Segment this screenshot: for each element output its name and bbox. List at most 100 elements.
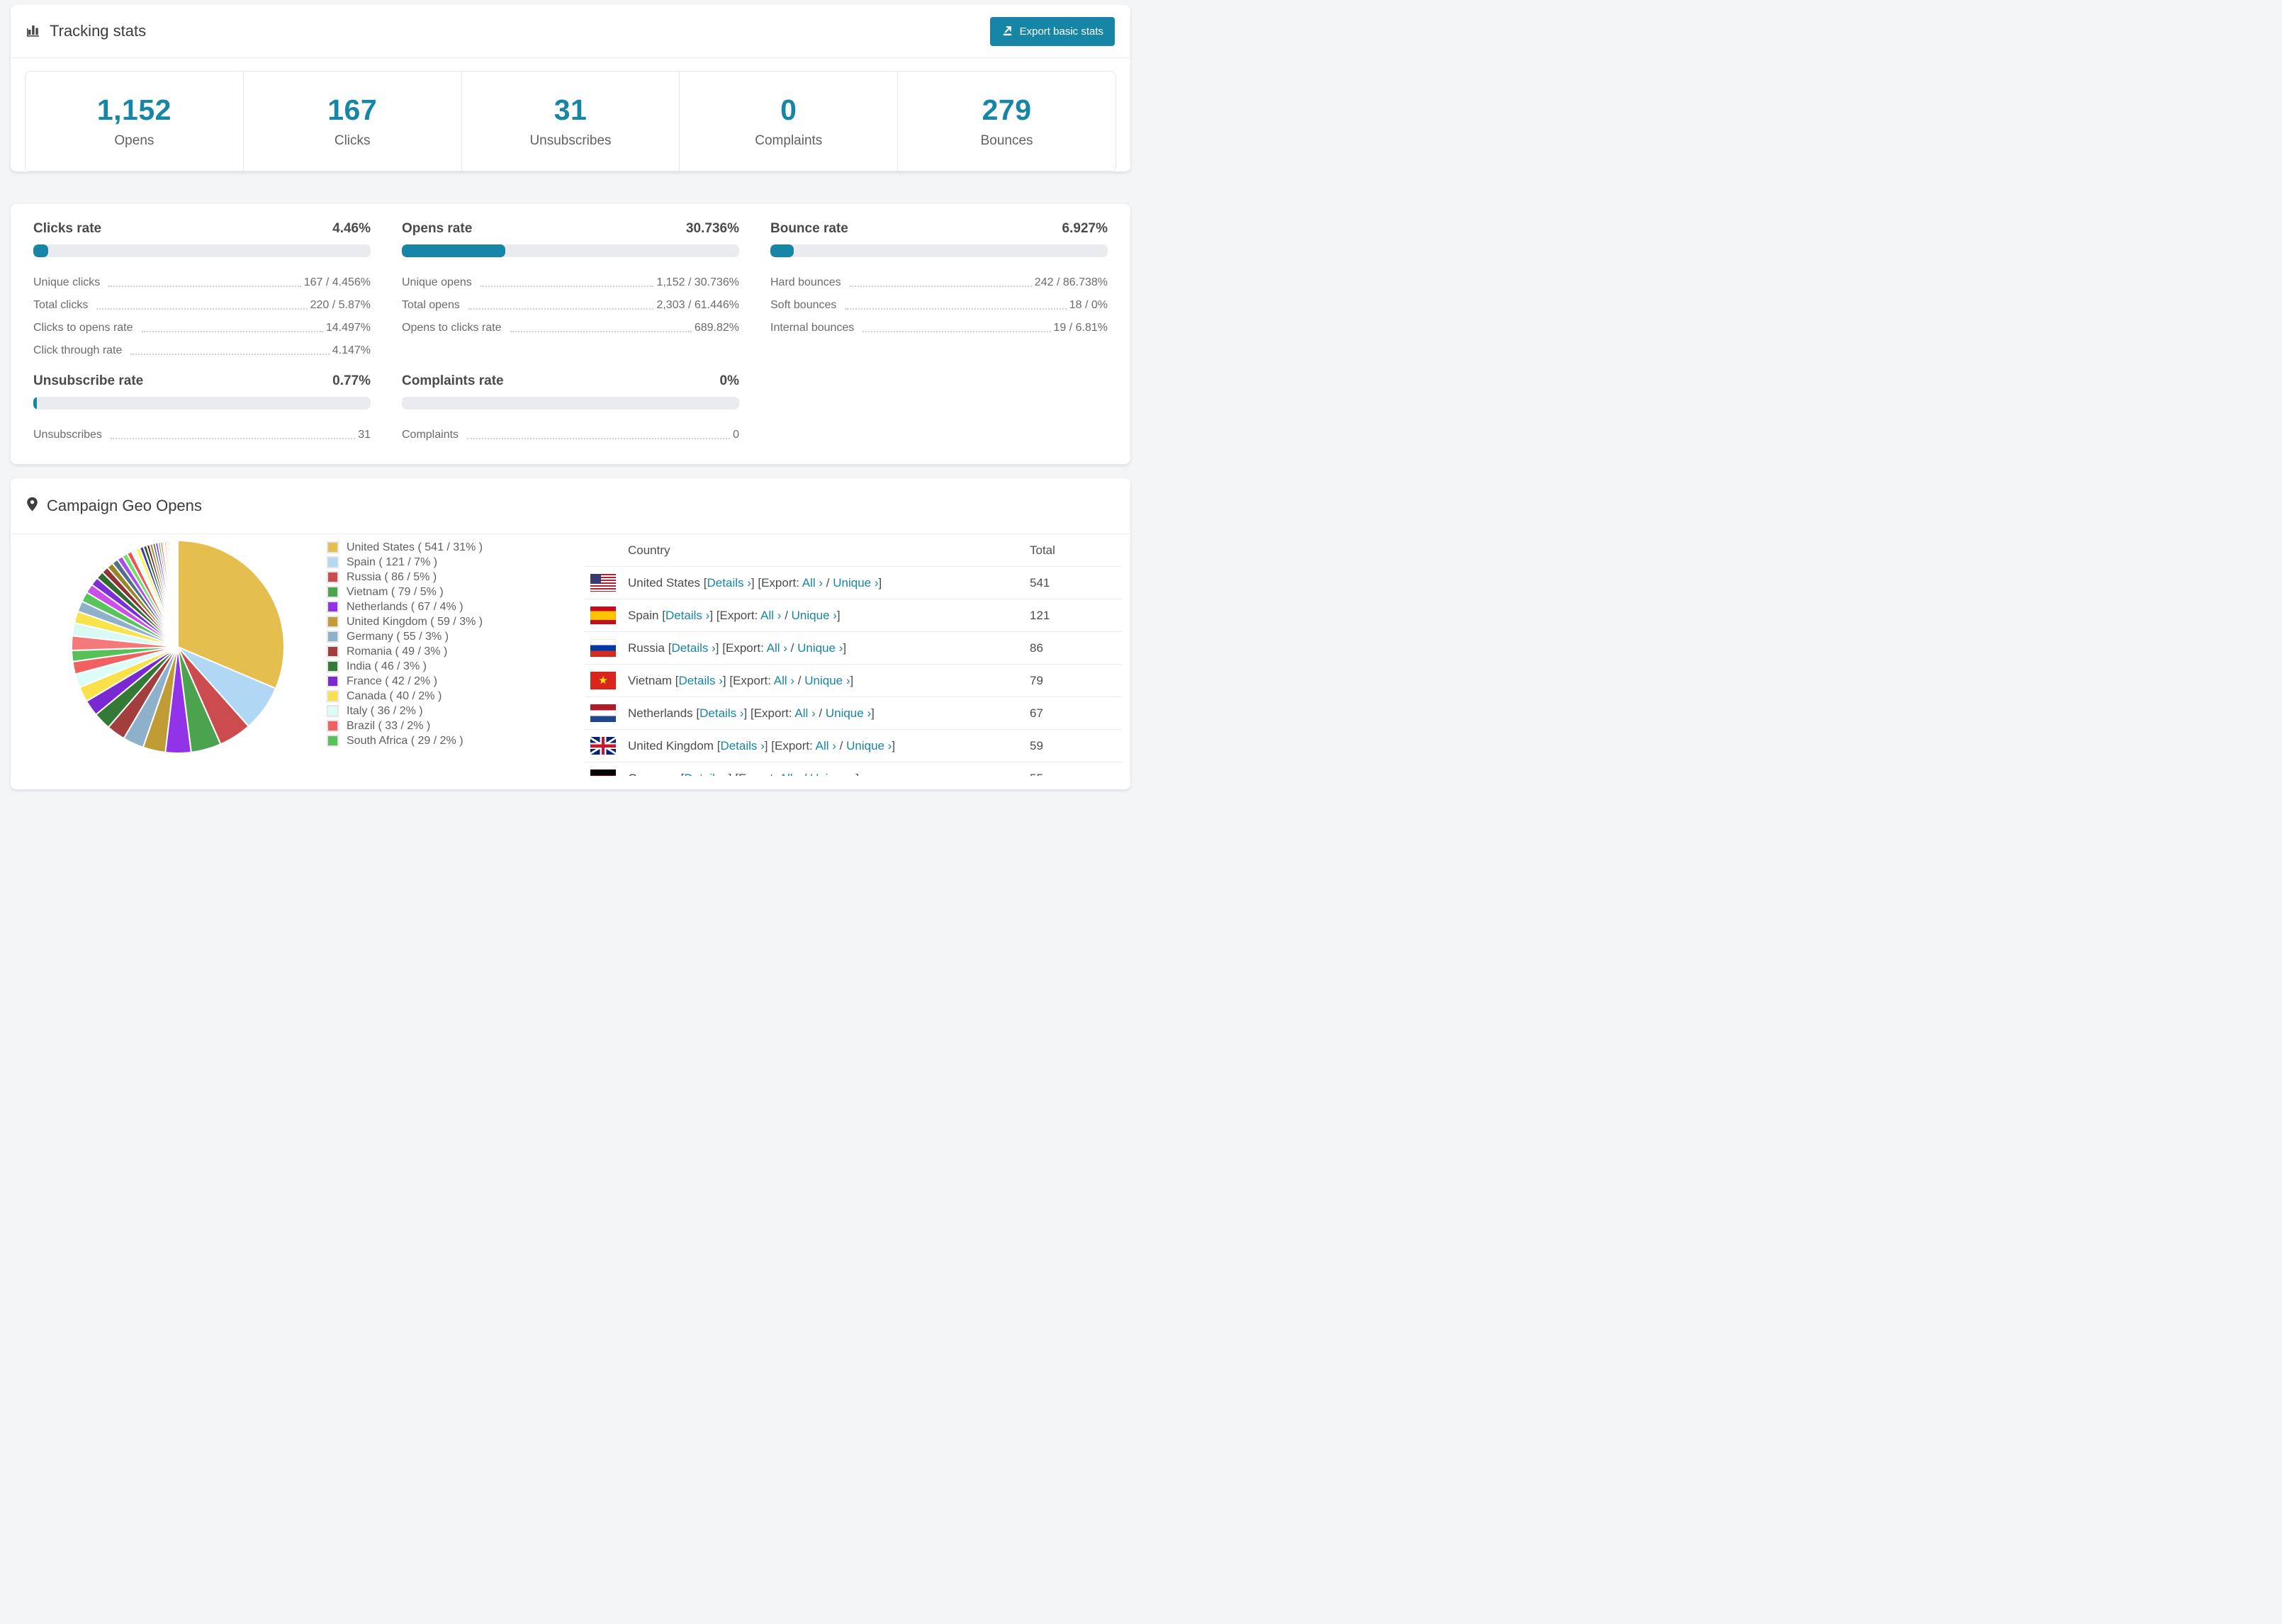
legend-swatch-icon bbox=[327, 616, 339, 628]
stat-detail-row: Click through rate 4.147% bbox=[33, 335, 371, 358]
export-unique-link[interactable]: Unique › bbox=[797, 641, 843, 655]
stat-label: Opens bbox=[114, 133, 154, 148]
country-name: Germany bbox=[628, 772, 678, 777]
legend-item[interactable]: Romania ( 49 / 3% ) bbox=[327, 644, 497, 659]
export-all-link[interactable]: All › bbox=[802, 576, 823, 590]
details-link[interactable]: Details › bbox=[679, 674, 723, 687]
legend-item[interactable]: Canada ( 40 / 2% ) bbox=[327, 689, 497, 704]
stat-value: 0 bbox=[780, 94, 797, 126]
details-link[interactable]: Details › bbox=[684, 772, 728, 777]
dotted-leader bbox=[108, 276, 301, 287]
export-unique-link[interactable]: Unique › bbox=[792, 609, 837, 622]
country-total: 59 bbox=[1030, 738, 1043, 752]
detail-value: 0 bbox=[733, 429, 739, 441]
detail-label: Complaints bbox=[402, 429, 459, 441]
legend-label: Italy ( 36 / 2% ) bbox=[347, 704, 423, 717]
detail-value: 2,303 / 61.446% bbox=[656, 299, 739, 311]
legend-item[interactable]: United Kingdom ( 59 / 3% ) bbox=[327, 614, 497, 629]
legend-item[interactable]: Germany ( 55 / 3% ) bbox=[327, 629, 497, 644]
dotted-leader bbox=[510, 322, 692, 332]
details-link[interactable]: Details › bbox=[707, 576, 751, 590]
legend-label: Germany ( 55 / 3% ) bbox=[347, 630, 449, 643]
legend-item[interactable]: India ( 46 / 3% ) bbox=[327, 659, 497, 674]
legend-swatch-icon bbox=[327, 631, 339, 643]
rate-value: 30.736% bbox=[685, 221, 739, 236]
country-total: 67 bbox=[1030, 706, 1043, 720]
rate-value: 4.46% bbox=[332, 221, 371, 236]
details-link[interactable]: Details › bbox=[671, 641, 715, 655]
stat-detail-row: Unique clicks 167 / 4.456% bbox=[33, 267, 371, 290]
export-unique-link[interactable]: Unique › bbox=[833, 576, 878, 590]
progress-bar bbox=[402, 244, 739, 257]
legend-label: Romania ( 49 / 3% ) bbox=[347, 645, 448, 658]
geo-opens-pie-chart[interactable] bbox=[68, 537, 288, 757]
export-button-label: Export basic stats bbox=[1019, 25, 1103, 38]
legend-item[interactable]: South Africa ( 29 / 2% ) bbox=[327, 733, 497, 748]
legend-item[interactable]: Spain ( 121 / 7% ) bbox=[327, 555, 497, 570]
country-column-header: Country bbox=[628, 543, 670, 557]
detail-value: 242 / 86.738% bbox=[1034, 276, 1108, 288]
export-all-link[interactable]: All › bbox=[760, 609, 781, 622]
stat-value: 31 bbox=[553, 94, 588, 126]
legend-swatch-icon bbox=[327, 675, 339, 687]
flag-gb-icon bbox=[590, 737, 616, 755]
dotted-leader bbox=[480, 276, 654, 287]
export-all-link[interactable]: All › bbox=[780, 772, 800, 777]
export-unique-link[interactable]: Unique › bbox=[810, 772, 855, 777]
progress-bar bbox=[33, 244, 371, 257]
rates-card: Clicks rate 4.46% Unique clicks 167 / 4.… bbox=[11, 204, 1130, 464]
detail-value: 689.82% bbox=[694, 322, 739, 334]
detail-label: Soft bounces bbox=[770, 299, 837, 311]
legend-swatch-icon bbox=[327, 645, 339, 658]
stat-clicks: 167 Clicks bbox=[244, 72, 462, 171]
export-unique-link[interactable]: Unique › bbox=[826, 706, 871, 720]
dotted-leader bbox=[130, 344, 330, 355]
pie-slice[interactable] bbox=[176, 539, 179, 648]
legend-label: United Kingdom ( 59 / 3% ) bbox=[347, 615, 483, 628]
legend-swatch-icon bbox=[327, 660, 339, 672]
legend-label: India ( 46 / 3% ) bbox=[347, 660, 427, 672]
dotted-leader bbox=[845, 299, 1067, 310]
country-total: 86 bbox=[1030, 641, 1043, 655]
detail-label: Clicks to opens rate bbox=[33, 322, 133, 334]
stats-summary: 1,152 Opens 167 Clicks 31 Unsubscribes 0… bbox=[25, 71, 1116, 171]
legend-item[interactable]: Netherlands ( 67 / 4% ) bbox=[327, 599, 497, 614]
stat-label: Clicks bbox=[334, 133, 371, 148]
progress-bar bbox=[402, 397, 739, 410]
export-all-link[interactable]: All › bbox=[794, 706, 815, 720]
details-link[interactable]: Details › bbox=[720, 739, 764, 752]
country-name: United States bbox=[628, 575, 701, 590]
geo-table-row: Vietnam [Details ›] [Export: All › / Uni… bbox=[585, 664, 1122, 697]
detail-label: Unique clicks bbox=[33, 276, 101, 288]
legend-item[interactable]: United States ( 541 / 31% ) bbox=[327, 540, 497, 555]
detail-value: 14.497% bbox=[325, 322, 371, 334]
export-all-link[interactable]: All › bbox=[767, 641, 787, 655]
stat-label: Complaints bbox=[755, 133, 823, 148]
export-unique-link[interactable]: Unique › bbox=[804, 674, 850, 687]
legend-item[interactable]: Russia ( 86 / 5% ) bbox=[327, 570, 497, 585]
export-unique-link[interactable]: Unique › bbox=[846, 739, 892, 752]
detail-value: 18 / 0% bbox=[1069, 299, 1108, 311]
rate-value: 0% bbox=[719, 373, 739, 388]
stat-opens: 1,152 Opens bbox=[26, 72, 244, 171]
legend-swatch-icon bbox=[327, 690, 339, 702]
rate-unsubscribe: Unsubscribe rate 0.77% Unsubscribes 31 bbox=[33, 373, 371, 442]
export-basic-stats-button[interactable]: Export basic stats bbox=[989, 16, 1115, 46]
export-all-link[interactable]: All › bbox=[774, 674, 794, 687]
stat-detail-row: Unique opens 1,152 / 30.736% bbox=[402, 267, 739, 290]
detail-value: 31 bbox=[358, 429, 371, 441]
stat-detail-row: Internal bounces 19 / 6.81% bbox=[770, 312, 1108, 335]
legend-item[interactable]: Italy ( 36 / 2% ) bbox=[327, 704, 497, 718]
details-link[interactable]: Details › bbox=[665, 609, 709, 622]
country-total: 55 bbox=[1030, 772, 1122, 777]
legend-item[interactable]: France ( 42 / 2% ) bbox=[327, 674, 497, 689]
legend-item[interactable]: Brazil ( 33 / 2% ) bbox=[327, 718, 497, 733]
flag-ru-icon bbox=[590, 639, 616, 657]
export-all-link[interactable]: All › bbox=[816, 739, 836, 752]
legend-label: France ( 42 / 2% ) bbox=[347, 675, 438, 687]
dotted-leader bbox=[141, 322, 323, 332]
detail-value: 4.147% bbox=[332, 344, 371, 356]
flag-es-icon bbox=[590, 607, 616, 624]
legend-item[interactable]: Vietnam ( 79 / 5% ) bbox=[327, 585, 497, 599]
details-link[interactable]: Details › bbox=[699, 706, 743, 720]
